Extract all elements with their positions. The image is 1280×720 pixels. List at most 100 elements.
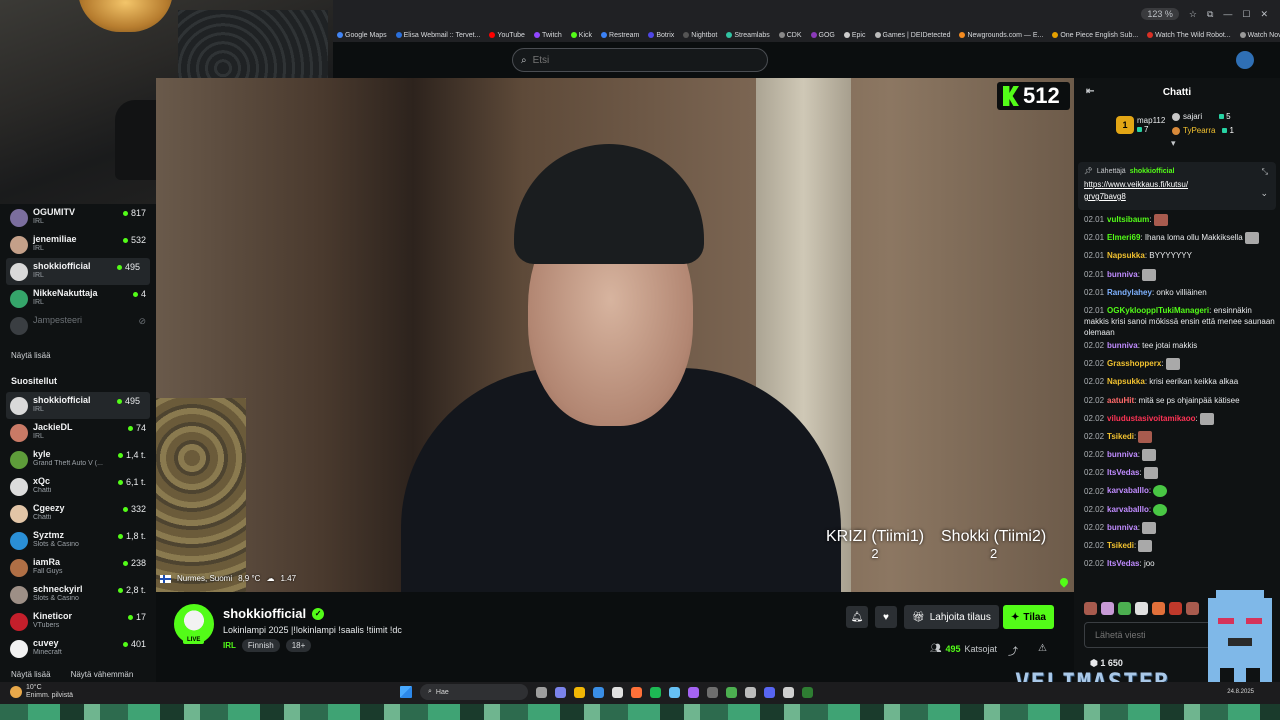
video-player[interactable]: 512 KRIZI (Tiimi1) 2 Shokki (Tiimi2) 2 N… bbox=[156, 78, 1074, 592]
sidebar-channel[interactable]: jenemiliae IRL 532 bbox=[0, 231, 156, 258]
minimize-icon[interactable]: — bbox=[1223, 9, 1232, 19]
search-input[interactable] bbox=[532, 54, 733, 66]
emote-icon[interactable] bbox=[1084, 602, 1097, 615]
tag-language[interactable]: Finnish bbox=[241, 639, 280, 652]
taskbar-app-icon[interactable] bbox=[745, 686, 756, 698]
sidebar-channel[interactable]: shokkiofficial IRL 495 bbox=[6, 392, 150, 419]
message-user[interactable]: viludustasivoitamikaoo bbox=[1107, 414, 1195, 423]
follow-button[interactable]: ♥ bbox=[875, 606, 897, 628]
tag-age[interactable]: 18+ bbox=[285, 639, 312, 652]
taskbar-app-icon[interactable] bbox=[536, 686, 547, 698]
taskbar-app-icon[interactable] bbox=[631, 686, 642, 698]
message-user[interactable]: bunniva bbox=[1107, 270, 1138, 279]
message-user[interactable]: Napsukka bbox=[1107, 251, 1145, 260]
taskbar-app-icon[interactable] bbox=[593, 686, 604, 698]
chat-collapse-icon[interactable]: ⇤ bbox=[1086, 86, 1094, 97]
taskbar-app-icon[interactable] bbox=[764, 686, 775, 698]
notification-bell-button[interactable]: 🔔︎ bbox=[846, 606, 868, 628]
bookmark-item[interactable]: GOG bbox=[810, 32, 835, 39]
bookmark-item[interactable]: Watch Novocaine Engl... bbox=[1239, 32, 1280, 39]
stream-category[interactable]: IRL bbox=[223, 641, 236, 650]
message-user[interactable]: Tsikedi bbox=[1107, 432, 1134, 441]
unpin-icon[interactable]: ⤡ bbox=[1262, 167, 1268, 177]
message-user[interactable]: Randylahey bbox=[1107, 288, 1152, 297]
emote-icon[interactable] bbox=[1152, 602, 1165, 615]
bookmark-item[interactable]: Games | DEIDetected bbox=[874, 32, 950, 39]
sidebar-channel[interactable]: OGUMITV IRL 817 bbox=[0, 204, 156, 231]
sidebar-channel[interactable]: NikkeNakuttaja IRL 4 bbox=[0, 285, 156, 312]
windows-start-icon[interactable] bbox=[400, 686, 412, 698]
message-user[interactable]: OGKykloopplTukiManageri bbox=[1107, 306, 1209, 315]
sidebar-channel[interactable]: Kineticor VTubers 17 bbox=[0, 608, 156, 635]
message-user[interactable]: bunniva bbox=[1107, 341, 1138, 350]
sidebar-channel[interactable]: Cgeezy Chatti 332 bbox=[0, 500, 156, 527]
subscribe-button[interactable]: ✦ Tilaa bbox=[1003, 605, 1054, 629]
message-user[interactable]: ItsVedas bbox=[1107, 559, 1139, 568]
gift-subscription-button[interactable]: 🎁︎ Lahjoita tilaus bbox=[904, 605, 999, 629]
star-icon[interactable]: ☆ bbox=[1189, 9, 1197, 20]
bookmark-item[interactable]: Twitch bbox=[533, 32, 562, 39]
emote-icon[interactable] bbox=[1169, 602, 1182, 615]
message-user[interactable]: Tsikedi bbox=[1107, 541, 1134, 550]
bookmark-item[interactable]: CDK bbox=[778, 32, 802, 39]
taskbar-app-icon[interactable] bbox=[783, 686, 794, 698]
bookmark-item[interactable]: Google Maps bbox=[337, 32, 387, 39]
taskbar-app-icon[interactable] bbox=[555, 686, 566, 698]
extensions-icon[interactable]: ⧉ bbox=[1207, 9, 1213, 20]
taskbar-app-icon[interactable] bbox=[650, 686, 661, 698]
sidebar-channel[interactable]: schneckyirl Slots & Casino 2,8 t. bbox=[0, 581, 156, 608]
bookmark-item[interactable]: One Piece English Sub... bbox=[1052, 32, 1138, 39]
bookmark-item[interactable]: YouTube bbox=[489, 32, 525, 39]
show-less-link[interactable]: Näytä vähemmän bbox=[71, 670, 134, 679]
show-more-link-2[interactable]: Näytä lisää bbox=[11, 670, 51, 679]
message-user[interactable]: karvaballlo bbox=[1107, 505, 1149, 514]
taskbar-search[interactable]: ⌕ Hae bbox=[420, 684, 528, 700]
user-avatar[interactable] bbox=[1236, 51, 1254, 69]
pinned-user[interactable]: shokkiofficial bbox=[1130, 168, 1175, 175]
bookmark-item[interactable]: Newgrounds.com — E... bbox=[959, 32, 1043, 39]
emote-icon[interactable] bbox=[1186, 602, 1199, 615]
message-user[interactable]: bunniva bbox=[1107, 450, 1138, 459]
sidebar-channel[interactable]: iamRa Fall Guys 238 bbox=[0, 554, 156, 581]
message-user[interactable]: ItsVedas bbox=[1107, 468, 1139, 477]
bookmark-item[interactable]: Nightbot bbox=[683, 32, 717, 39]
taskbar-app-icon[interactable] bbox=[802, 686, 813, 698]
leader-1[interactable]: 1 map112 7 bbox=[1116, 116, 1165, 134]
emote-icon[interactable] bbox=[1101, 602, 1114, 615]
message-user[interactable]: bunniva bbox=[1107, 523, 1138, 532]
leader-2[interactable]: sajari 5 bbox=[1172, 112, 1231, 121]
taskbar-app-icon[interactable] bbox=[574, 686, 585, 698]
emote-icon[interactable] bbox=[1135, 602, 1148, 615]
sidebar-channel[interactable]: kyle Grand Theft Auto V (... 1,4 t. bbox=[0, 446, 156, 473]
taskbar-app-icon[interactable] bbox=[612, 686, 623, 698]
zoom-level[interactable]: 123 % bbox=[1141, 8, 1179, 20]
pinned-link[interactable]: https://www.veikkaus.fi/kutsu/ grvg7bavg… bbox=[1084, 179, 1234, 203]
message-user[interactable]: vultsibaum bbox=[1107, 215, 1149, 224]
message-user[interactable]: Napsukka bbox=[1107, 377, 1145, 386]
leader-3[interactable]: TyPearra 1 bbox=[1172, 126, 1234, 135]
pinned-expand-icon[interactable]: ⌄ bbox=[1260, 188, 1268, 199]
taskbar-app-icon[interactable] bbox=[707, 686, 718, 698]
bookmark-item[interactable]: Epic bbox=[843, 32, 866, 39]
report-icon[interactable]: ⚠ bbox=[1038, 643, 1047, 654]
sidebar-channel[interactable]: JackieDL IRL 74 bbox=[0, 419, 156, 446]
bookmark-item[interactable]: Elisa Webmail :: Tervet... bbox=[395, 32, 480, 39]
message-user[interactable]: karvaballlo bbox=[1107, 487, 1149, 496]
chevron-down-icon[interactable]: ▾ bbox=[1171, 138, 1176, 149]
bookmark-item[interactable]: Streamlabs bbox=[726, 32, 770, 39]
bookmark-item[interactable]: Restream bbox=[601, 32, 639, 39]
channel-name[interactable]: shokkiofficial bbox=[223, 606, 306, 621]
bookmark-item[interactable]: Watch The Wild Robot... bbox=[1147, 32, 1231, 39]
sidebar-channel[interactable]: Jampesteeri ⊘ bbox=[0, 312, 156, 339]
maximize-icon[interactable]: ☐ bbox=[1242, 9, 1250, 20]
close-icon[interactable]: ✕ bbox=[1260, 9, 1268, 20]
sidebar-channel[interactable]: xQc Chatti 6,1 t. bbox=[0, 473, 156, 500]
weather-widget[interactable]: 10°C Enimm. pilvistä bbox=[10, 684, 73, 700]
sidebar-channel[interactable]: Syztmz Slots & Casino 1,8 t. bbox=[0, 527, 156, 554]
bookmark-item[interactable]: Botrix bbox=[648, 32, 674, 39]
sidebar-channel[interactable]: shokkiofficial IRL 495 bbox=[6, 258, 150, 285]
message-user[interactable]: aatuHit bbox=[1107, 396, 1134, 405]
sidebar-channel[interactable]: cuvey Minecraft 401 bbox=[0, 635, 156, 662]
taskbar-app-icon[interactable] bbox=[669, 686, 680, 698]
message-user[interactable]: Grasshopperx bbox=[1107, 359, 1161, 368]
